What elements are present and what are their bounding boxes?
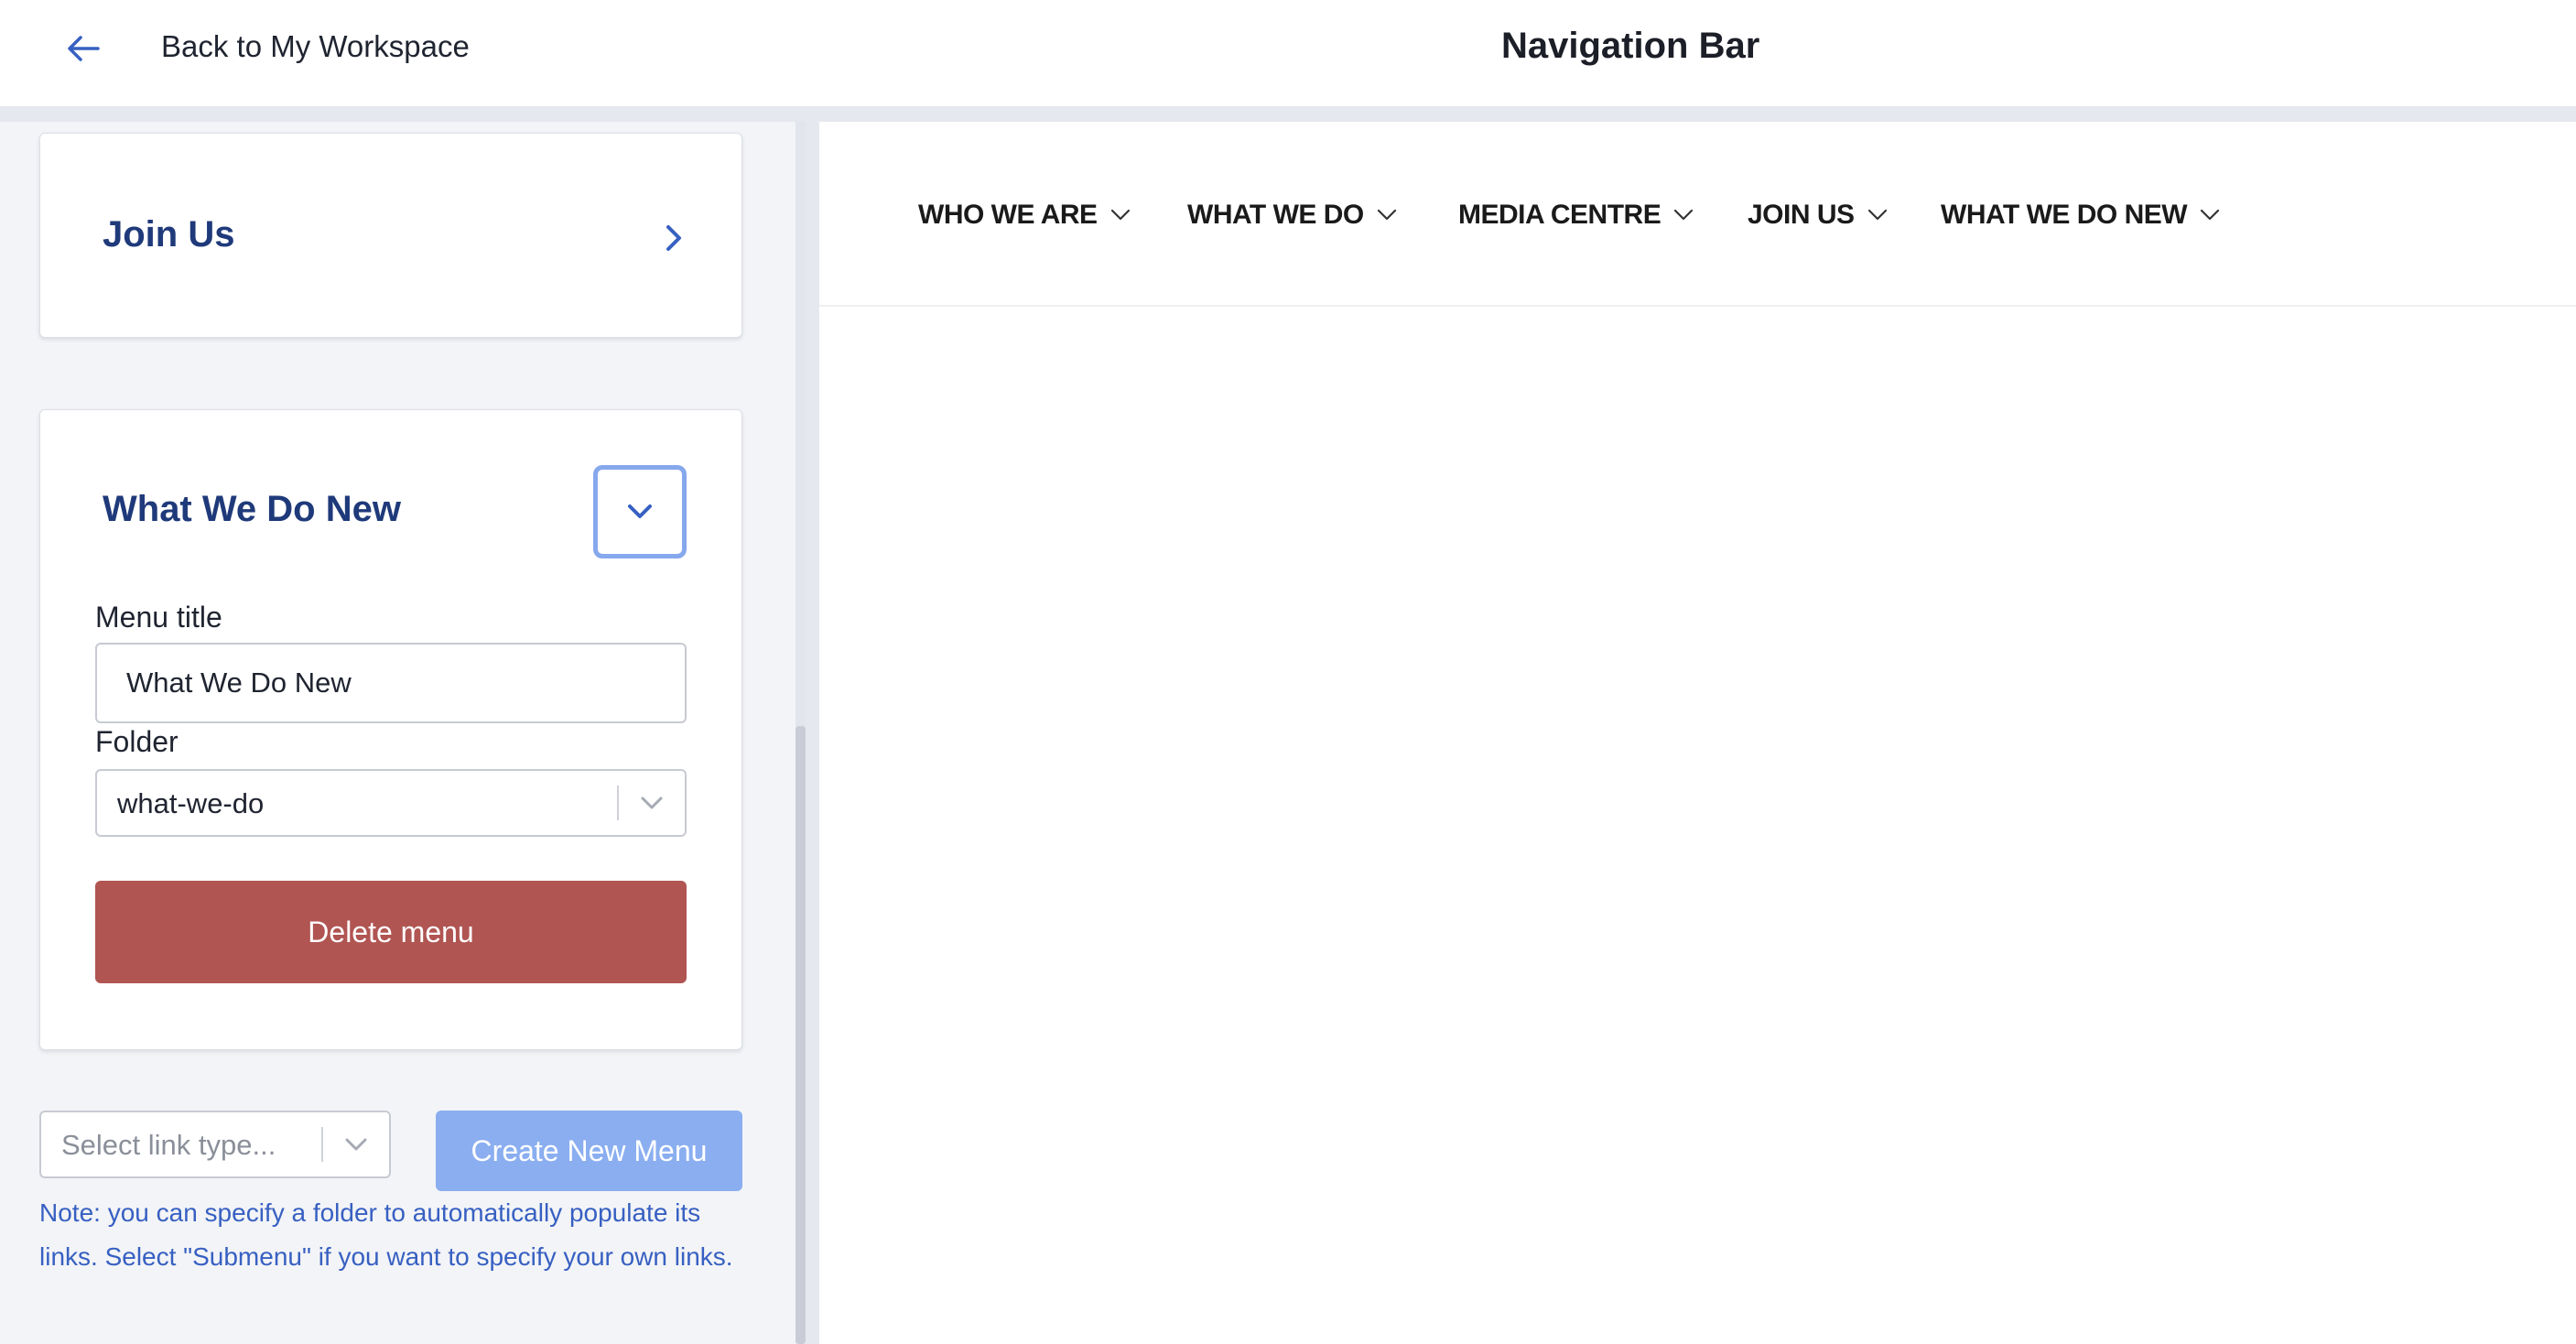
link-type-select[interactable]: Select link type... [39, 1111, 391, 1178]
create-new-menu-button[interactable]: Create New Menu [436, 1111, 742, 1191]
back-to-workspace-link[interactable]: Back to My Workspace [161, 29, 470, 64]
header-divider [0, 106, 2576, 122]
nav-item-what-we-do-new[interactable]: WHAT WE DO NEW [1941, 197, 2222, 233]
chevron-down-icon [635, 786, 668, 819]
chevron-down-icon [1109, 203, 1132, 227]
folder-label: Folder [95, 725, 179, 758]
nav-item-label: WHO WE ARE [918, 200, 1098, 230]
panel-divider [806, 122, 819, 1344]
menu-title-label: Menu title [95, 601, 222, 634]
select-separator [617, 786, 619, 820]
help-note: Note: you can specify a folder to automa… [39, 1198, 733, 1271]
page-title: Navigation Bar [1501, 26, 1760, 66]
scrollbar-thumb[interactable] [796, 726, 806, 1344]
collapse-card-button[interactable] [593, 465, 687, 558]
menu-card-title: What We Do New [103, 489, 401, 529]
menu-title-input[interactable] [95, 643, 687, 723]
chevron-down-icon [1375, 203, 1399, 227]
chevron-down-icon [1866, 203, 1889, 227]
back-button[interactable] [60, 27, 106, 70]
chevron-right-icon [666, 225, 681, 251]
nav-item-label: MEDIA CENTRE [1458, 200, 1661, 230]
nav-item-what-we-do[interactable]: WHAT WE DO [1187, 197, 1399, 233]
chevron-down-icon [340, 1128, 373, 1161]
nav-item-label: JOIN US [1748, 200, 1855, 230]
select-separator [321, 1127, 323, 1162]
nav-item-media-centre[interactable]: MEDIA CENTRE [1458, 197, 1695, 233]
nav-item-join-us[interactable]: JOIN US [1748, 197, 1889, 233]
nav-item-label: WHAT WE DO NEW [1941, 200, 2188, 230]
nav-item-label: WHAT WE DO [1187, 200, 1364, 230]
expand-card-button[interactable] [655, 220, 692, 256]
menu-card-title: Join Us [103, 214, 235, 255]
folder-select-value: what-we-do [117, 787, 265, 819]
chevron-down-icon [1672, 203, 1695, 227]
chevron-down-icon [628, 504, 652, 518]
menu-card-join-us[interactable]: Join Us [39, 133, 742, 338]
delete-menu-button[interactable]: Delete menu [95, 881, 687, 983]
navigation-preview: WHO WE ARE WHAT WE DO MEDIA CENTRE JOIN … [819, 122, 2576, 1344]
link-type-placeholder: Select link type... [61, 1129, 276, 1161]
nav-item-who-we-are[interactable]: WHO WE ARE [918, 197, 1132, 233]
chevron-down-icon [2198, 203, 2222, 227]
menu-editor-panel: Join Us What We Do New Menu title Folder… [0, 122, 806, 1344]
preview-nav-bar: WHO WE ARE WHAT WE DO MEDIA CENTRE JOIN … [819, 122, 2576, 307]
top-header: Back to My Workspace Navigation Bar [0, 0, 2576, 106]
menu-card-what-we-do-new: What We Do New Menu title Folder what-we… [39, 409, 742, 1050]
arrow-left-icon [68, 36, 100, 61]
folder-select[interactable]: what-we-do [95, 769, 687, 837]
